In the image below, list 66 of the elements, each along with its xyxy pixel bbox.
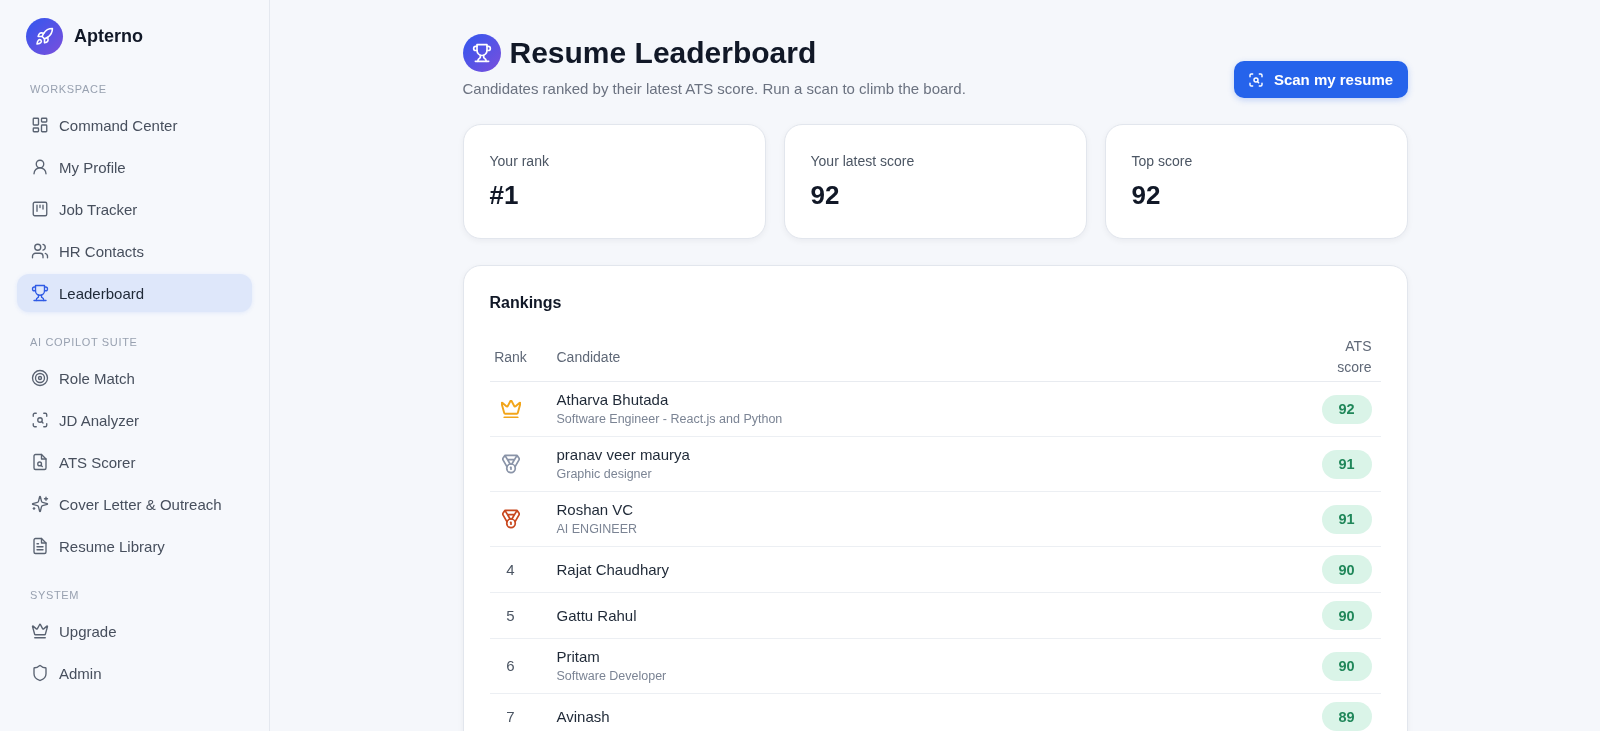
sidebar-item[interactable]: Cover Letter & Outreach: [17, 485, 252, 523]
section-label: SYSTEM: [29, 588, 81, 602]
stat-value: 92: [810, 180, 841, 210]
candidate-role: Software Developer: [556, 668, 668, 685]
document-search-icon: [31, 453, 49, 471]
stat-label: Your latest score: [810, 152, 916, 170]
brand-name: Apterno: [74, 26, 143, 47]
sidebar-item[interactable]: Leaderboard: [17, 274, 252, 312]
score-badge: 90: [1321, 555, 1372, 584]
scan-magnifier-icon: [31, 411, 49, 429]
scan-resume-button[interactable]: Scan my resume: [1233, 61, 1408, 98]
sidebar-item[interactable]: JD Analyzer: [17, 401, 252, 439]
candidate-name: Roshan VC: [556, 500, 635, 520]
sidebar-item[interactable]: Upgrade: [17, 612, 252, 650]
section-label: WORKSPACE: [29, 82, 108, 96]
column-header: ATS score: [1336, 337, 1372, 377]
rank-number: 4: [506, 559, 515, 580]
sidebar-item[interactable]: Command Center: [17, 106, 252, 144]
column-header: Rank: [494, 347, 527, 367]
sidebar-item[interactable]: Resume Library: [17, 527, 252, 565]
score-badge: 91: [1321, 504, 1372, 534]
candidate-name: Atharva Bhutada: [556, 390, 670, 410]
users-icon: [31, 242, 49, 260]
stat-label: Your rank: [489, 152, 550, 170]
candidate-name: Gattu Rahul: [556, 605, 638, 626]
candidate-role: AI ENGINEER: [556, 521, 639, 538]
score-badge: 89: [1321, 702, 1372, 731]
sidebar-item[interactable]: ATS Scorer: [17, 443, 252, 481]
stat-value: 92: [1131, 180, 1162, 210]
trophy-icon: [462, 34, 501, 72]
candidate-name: Pritam: [556, 647, 601, 667]
candidate-name: Avinash: [556, 706, 611, 727]
page-subtitle: Candidates ranked by their latest ATS score. Run a scan to climb the board.: [462, 80, 966, 98]
candidate-name: Rajat Chaudhary: [556, 559, 671, 580]
column-header: Candidate: [556, 348, 621, 365]
candidate-role: Software Engineer - React.js and Python: [556, 411, 784, 428]
target-icon: [31, 369, 49, 387]
candidate-role: Graphic designer: [556, 466, 653, 483]
score-badge: 90: [1321, 601, 1372, 630]
shield-icon: [31, 664, 49, 682]
sidebar-item[interactable]: HR Contacts: [17, 232, 252, 270]
card-title: Rankings: [489, 293, 563, 313]
document-icon: [31, 537, 49, 555]
rank-number: 6: [506, 656, 515, 676]
rocket-icon: [26, 18, 63, 55]
sidebar-item[interactable]: Job Tracker: [17, 190, 252, 228]
grid-icon: [31, 116, 49, 134]
rank-number: 7: [506, 706, 515, 727]
sidebar-item[interactable]: My Profile: [17, 148, 252, 186]
candidate-name: pranav veer maurya: [556, 445, 691, 465]
trophy-icon: [31, 284, 49, 302]
stat-value: #1: [489, 180, 520, 210]
stat-label: Top score: [1131, 152, 1194, 170]
scan-magnifier-icon: [1247, 71, 1264, 88]
crown-icon: [31, 622, 49, 640]
sparkles-icon: [31, 495, 49, 513]
rank-number: 5: [506, 605, 515, 626]
sidebar-item[interactable]: Admin: [17, 654, 252, 692]
sidebar-item[interactable]: Role Match: [17, 359, 252, 397]
board-icon: [31, 200, 49, 218]
score-badge: 92: [1321, 394, 1372, 424]
section-label: AI COPILOT SUITE: [29, 335, 139, 349]
page-title: Resume Leaderboard: [509, 35, 817, 71]
user-icon: [31, 158, 49, 176]
score-badge: 91: [1321, 449, 1372, 479]
score-badge: 90: [1321, 651, 1372, 681]
